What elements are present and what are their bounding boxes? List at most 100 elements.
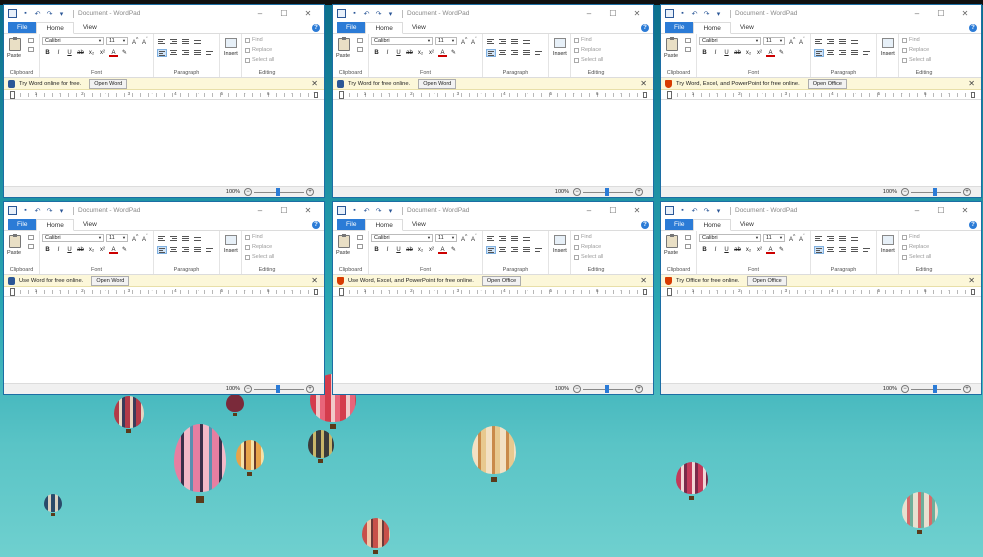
align-center-icon[interactable]: [826, 246, 836, 254]
close-message-icon[interactable]: ✕: [311, 276, 318, 285]
zoom-slider-thumb[interactable]: [605, 188, 609, 196]
align-center-icon[interactable]: [169, 49, 179, 57]
line-spacing-icon[interactable]: [522, 38, 532, 46]
paste-icon[interactable]: [338, 37, 350, 51]
italic-icon[interactable]: I: [54, 246, 63, 254]
paste-button[interactable]: Paste: [664, 53, 678, 59]
align-left-icon[interactable]: [486, 246, 496, 254]
font-size-select[interactable]: 11 ▼: [106, 234, 128, 242]
align-center-icon[interactable]: [498, 246, 508, 254]
select-all-button[interactable]: Select all: [902, 57, 931, 63]
copy-icon[interactable]: [357, 244, 363, 249]
grow-font-icon[interactable]: A^: [461, 234, 467, 243]
bullets-icon[interactable]: [181, 235, 191, 243]
tab-view[interactable]: View: [403, 22, 435, 33]
right-indent-marker[interactable]: [971, 289, 975, 295]
paste-icon[interactable]: [666, 37, 678, 51]
line-spacing-icon[interactable]: [193, 38, 203, 46]
select-all-button[interactable]: Select all: [245, 57, 274, 63]
italic-icon[interactable]: I: [383, 246, 392, 254]
decrease-indent-icon[interactable]: [814, 38, 824, 46]
close-message-icon[interactable]: ✕: [968, 276, 975, 285]
strikethrough-icon[interactable]: ab: [405, 49, 414, 57]
font-family-select[interactable]: Calibri ▼: [42, 234, 104, 242]
document-area[interactable]: [4, 100, 324, 170]
open-app-button[interactable]: Open Word: [418, 78, 457, 89]
find-button[interactable]: Find: [902, 234, 920, 240]
tab-view[interactable]: View: [403, 219, 435, 230]
highlight-icon[interactable]: ✎: [120, 49, 129, 57]
highlight-icon[interactable]: ✎: [777, 49, 786, 57]
minimize-button[interactable]: –: [905, 202, 929, 219]
zoom-in-button[interactable]: +: [963, 188, 971, 196]
minimize-button[interactable]: –: [248, 5, 272, 22]
strikethrough-icon[interactable]: ab: [733, 49, 742, 57]
paragraph-settings-icon[interactable]: [205, 246, 215, 254]
customize-qat-icon[interactable]: ▾: [386, 9, 395, 18]
tab-home[interactable]: Home: [365, 22, 403, 34]
redo-icon[interactable]: ↷: [374, 206, 383, 215]
underline-icon[interactable]: U: [65, 246, 74, 254]
align-left-icon[interactable]: [157, 246, 167, 254]
highlight-icon[interactable]: ✎: [120, 246, 129, 254]
justify-icon[interactable]: [193, 49, 203, 57]
tab-home[interactable]: Home: [365, 219, 403, 231]
line-spacing-icon[interactable]: [522, 235, 532, 243]
replace-button[interactable]: Replace: [574, 47, 601, 53]
insert-icon[interactable]: [225, 38, 237, 48]
ruler[interactable]: ·1·2·3·4·5·6·7: [333, 90, 653, 100]
maximize-button[interactable]: ☐: [272, 5, 296, 22]
italic-icon[interactable]: I: [711, 49, 720, 57]
paste-icon[interactable]: [338, 234, 350, 248]
select-all-button[interactable]: Select all: [902, 254, 931, 260]
align-center-icon[interactable]: [169, 246, 179, 254]
bullets-icon[interactable]: [510, 235, 520, 243]
undo-icon[interactable]: ↶: [33, 206, 42, 215]
help-icon[interactable]: ?: [641, 221, 649, 229]
zoom-slider-thumb[interactable]: [276, 188, 280, 196]
save-icon[interactable]: ▪: [21, 206, 30, 215]
left-indent-marker[interactable]: [667, 288, 672, 296]
customize-qat-icon[interactable]: ▾: [386, 206, 395, 215]
line-spacing-icon[interactable]: [850, 38, 860, 46]
left-indent-marker[interactable]: [339, 288, 344, 296]
paragraph-settings-icon[interactable]: [534, 49, 544, 57]
right-indent-marker[interactable]: [971, 92, 975, 98]
maximize-button[interactable]: ☐: [272, 202, 296, 219]
redo-icon[interactable]: ↷: [702, 206, 711, 215]
paste-button[interactable]: Paste: [336, 53, 350, 59]
right-indent-marker[interactable]: [314, 289, 318, 295]
insert-button[interactable]: Insert: [224, 248, 238, 254]
wordpad-window-2[interactable]: ▪ ↶ ↷ ▾ Document - WordPad – ☐ ✕ File Ho…: [332, 4, 654, 198]
bold-icon[interactable]: B: [372, 49, 381, 57]
replace-button[interactable]: Replace: [902, 244, 929, 250]
maximize-button[interactable]: ☐: [929, 5, 953, 22]
open-app-button[interactable]: Open Office: [807, 78, 847, 89]
tab-file[interactable]: File: [665, 219, 694, 230]
justify-icon[interactable]: [522, 49, 532, 57]
tab-view[interactable]: View: [74, 219, 106, 230]
redo-icon[interactable]: ↷: [374, 9, 383, 18]
close-message-icon[interactable]: ✕: [968, 79, 975, 88]
close-button[interactable]: ✕: [625, 202, 649, 219]
insert-icon[interactable]: [554, 235, 566, 245]
replace-button[interactable]: Replace: [574, 244, 601, 250]
paste-button[interactable]: Paste: [336, 250, 350, 256]
increase-indent-icon[interactable]: [169, 235, 179, 243]
italic-icon[interactable]: I: [54, 49, 63, 57]
left-indent-marker[interactable]: [667, 91, 672, 99]
zoom-slider-thumb[interactable]: [605, 385, 609, 393]
minimize-button[interactable]: –: [248, 202, 272, 219]
underline-icon[interactable]: U: [722, 49, 731, 57]
superscript-icon[interactable]: x²: [755, 49, 764, 57]
bullets-icon[interactable]: [838, 235, 848, 243]
document-area[interactable]: [333, 100, 653, 170]
find-button[interactable]: Find: [245, 37, 263, 43]
title-bar[interactable]: ▪ ↶ ↷ ▾ Document - WordPad – ☐ ✕: [661, 5, 981, 22]
ruler[interactable]: ·1·2·3·4·5·6·7: [4, 90, 324, 100]
document-area[interactable]: [4, 297, 324, 367]
bullets-icon[interactable]: [510, 38, 520, 46]
increase-indent-icon[interactable]: [826, 235, 836, 243]
document-area[interactable]: [333, 297, 653, 367]
underline-icon[interactable]: U: [394, 246, 403, 254]
